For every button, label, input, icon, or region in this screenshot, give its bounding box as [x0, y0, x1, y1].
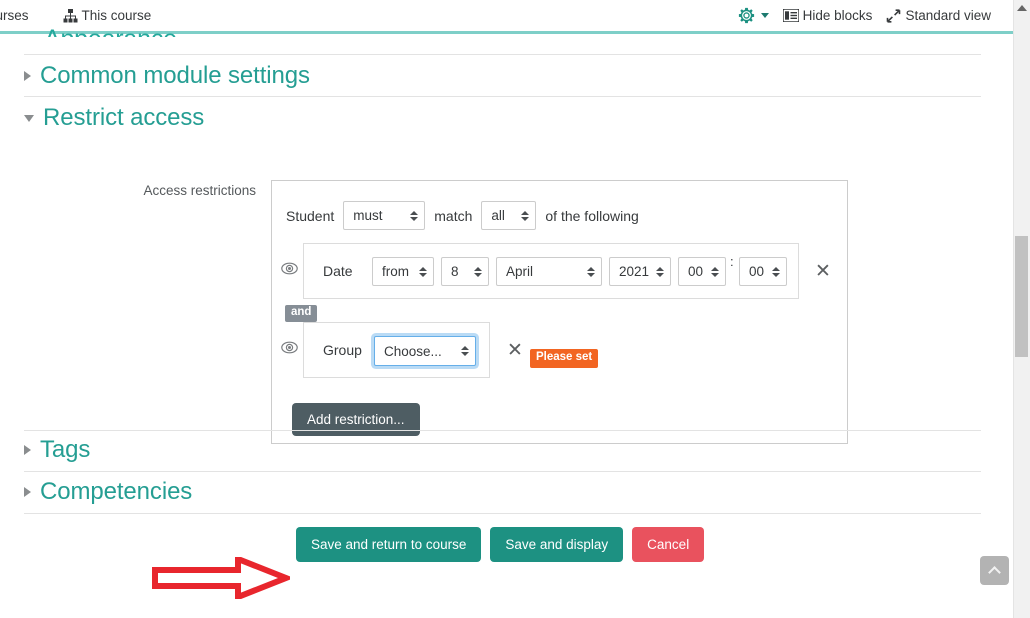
restriction-match-row: Student must match all of the following — [286, 201, 639, 230]
of-the-following-text: of the following — [545, 207, 639, 224]
nav-this-course-label: This course — [81, 8, 152, 23]
expand-arrows-icon — [886, 8, 901, 23]
save-and-return-to-course-button[interactable]: Save and return to course — [296, 527, 482, 562]
delete-group-restriction-button[interactable]: ✕ — [507, 341, 523, 360]
select-arrows-icon — [772, 266, 780, 277]
scrollbar-up-arrow-icon[interactable] — [1017, 5, 1027, 11]
student-word: Student — [286, 207, 335, 224]
gear-icon — [737, 6, 756, 25]
section-title-restrict-access: Restrict access — [43, 104, 205, 131]
section-header-competencies[interactable]: Competencies — [24, 480, 192, 504]
chevron-up-icon — [988, 565, 1001, 579]
section-header-restrict-access[interactable]: Restrict access — [24, 106, 204, 130]
must-select-value: must — [353, 208, 383, 223]
scrollbar-thumb[interactable] — [1015, 236, 1028, 357]
divider-below-competencies — [24, 513, 981, 514]
date-year-value: 2021 — [619, 264, 650, 279]
select-arrows-icon — [587, 266, 595, 277]
section-heading-appearance[interactable]: Appearance — [44, 25, 177, 37]
date-hour-select[interactable]: 00 — [678, 257, 726, 286]
nav-courses-label: ourses — [0, 8, 29, 23]
date-year-select[interactable]: 2021 — [609, 257, 671, 286]
page-root: ourses This course — [0, 0, 1030, 618]
eye-icon[interactable] — [281, 262, 298, 280]
access-restrictions-label: Access restrictions — [143, 183, 256, 198]
please-set-badge: Please set — [530, 349, 599, 368]
select-arrows-icon — [419, 266, 427, 277]
settings-menu-button[interactable] — [737, 6, 769, 25]
section-title-competencies: Competencies — [40, 478, 193, 505]
select-arrows-icon — [461, 346, 469, 356]
nav-item-courses[interactable]: ourses — [0, 8, 29, 23]
section-title-tags: Tags — [40, 436, 91, 463]
must-select[interactable]: must — [343, 201, 426, 230]
select-arrows-icon — [656, 266, 664, 277]
date-restriction-label: Date — [323, 263, 353, 279]
scroll-to-top-button[interactable] — [980, 556, 1009, 585]
select-arrows-icon — [410, 210, 419, 221]
operator-badge-and: and — [285, 305, 318, 322]
annotation-red-arrow-icon — [152, 554, 295, 602]
nav-right-group: Hide blocks Standard view — [737, 6, 1013, 25]
chevron-down-icon — [24, 114, 34, 122]
date-day-value: 8 — [451, 264, 459, 279]
date-direction-value: from — [382, 264, 409, 279]
date-minute-value: 00 — [749, 264, 765, 279]
restriction-item-group: Group Choose... ✕ — [281, 322, 523, 378]
standard-view-label: Standard view — [905, 8, 991, 23]
hide-blocks-icon — [781, 8, 800, 23]
divider-above-common-module — [24, 54, 981, 55]
group-choose-select[interactable]: Choose... — [374, 336, 476, 366]
sitemap-icon — [63, 8, 78, 23]
save-and-display-button[interactable]: Save and display — [490, 527, 624, 562]
select-arrows-icon — [474, 266, 482, 277]
date-day-select[interactable]: 8 — [441, 257, 489, 286]
all-select-value: all — [491, 208, 505, 223]
section-header-tags[interactable]: Tags — [24, 438, 90, 462]
standard-view-button[interactable]: Standard view — [886, 8, 991, 23]
divider-above-restrict-access — [24, 96, 981, 97]
group-choose-value: Choose... — [384, 343, 442, 359]
main-content: Appearance Common module settings Restri… — [0, 25, 1013, 618]
all-select[interactable]: all — [481, 201, 537, 230]
date-month-select[interactable]: April — [496, 257, 602, 286]
delete-date-restriction-button[interactable]: ✕ — [815, 262, 831, 281]
chevron-right-icon — [24, 487, 31, 497]
chevron-right-icon — [24, 71, 31, 81]
date-minute-select[interactable]: 00 — [739, 257, 787, 286]
divider-above-competencies — [24, 471, 981, 472]
group-restriction-label: Group — [323, 342, 362, 358]
nav-item-this-course[interactable]: This course — [63, 8, 152, 23]
match-word: match — [434, 207, 473, 224]
hide-blocks-button[interactable]: Hide blocks — [781, 8, 873, 23]
chevron-right-icon — [24, 445, 31, 455]
section-header-common-module-settings[interactable]: Common module settings — [24, 64, 310, 88]
date-direction-select[interactable]: from — [372, 257, 434, 286]
date-hour-value: 00 — [688, 264, 704, 279]
time-separator: : — [730, 254, 734, 269]
access-restrictions-box: Student must match all of the following — [271, 180, 848, 444]
nav-left-group: ourses This course — [0, 8, 151, 23]
hide-blocks-label: Hide blocks — [802, 8, 873, 23]
cancel-button[interactable]: Cancel — [632, 527, 705, 562]
add-restriction-button[interactable]: Add restriction... — [292, 403, 420, 436]
restriction-item-date: Date from 8 April 2021 00: 00 ✕ — [281, 243, 831, 299]
select-arrows-icon — [521, 210, 530, 221]
chevron-down-icon — [760, 13, 769, 18]
date-month-value: April — [506, 264, 534, 279]
eye-icon[interactable] — [281, 341, 298, 359]
divider-above-tags — [24, 430, 981, 431]
section-title-common-module-settings: Common module settings — [40, 62, 310, 89]
page-scrollbar[interactable] — [1013, 0, 1030, 618]
form-action-buttons: Save and return to course Save and displ… — [296, 527, 705, 562]
select-arrows-icon — [711, 266, 719, 277]
